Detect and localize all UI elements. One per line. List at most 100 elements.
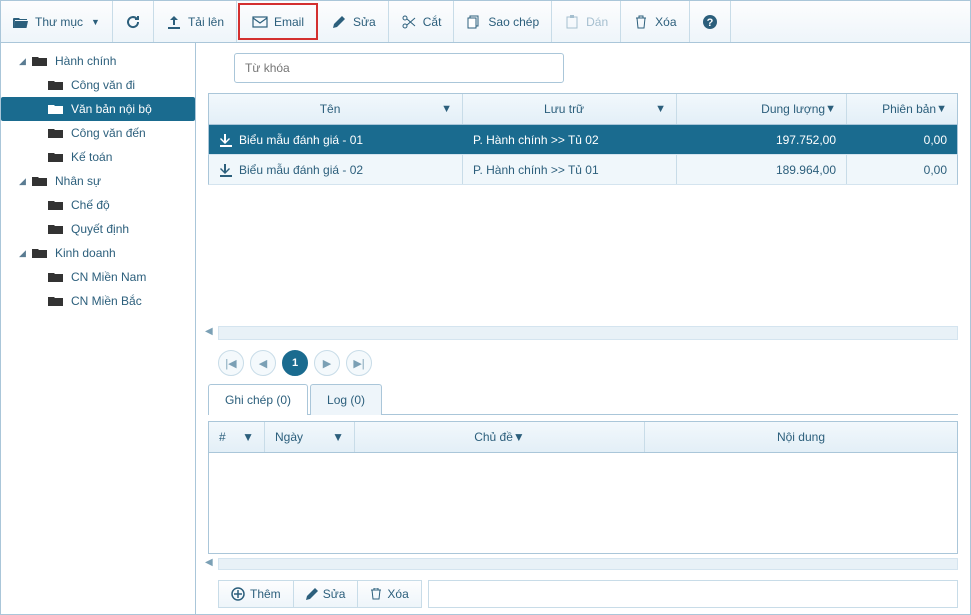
edit-note-button[interactable]: Sửa [294,580,359,608]
tree-node-ke-toan[interactable]: Kế toán [1,145,195,169]
column-header-version[interactable]: Phiên bản▼ [847,94,957,124]
pager-next-button[interactable]: ▶ [314,350,340,376]
svg-text:?: ? [706,17,713,29]
filter-icon[interactable]: ▼ [242,430,254,444]
folder-menu-button[interactable]: Thư mục ▼ [1,1,113,42]
tree-node-hanh-chinh[interactable]: ◢ Hành chính [1,49,195,73]
help-icon: ? [702,14,718,30]
horizontal-scrollbar[interactable] [218,326,958,340]
tree-label: CN Miền Nam [71,270,146,284]
paste-button[interactable]: Dán [552,1,621,42]
tree-label: Công văn đi [71,78,135,92]
collapse-icon[interactable]: ◢ [19,248,31,259]
paste-icon [564,14,580,30]
table-row[interactable]: Biểu mẫu đánh giá - 01 P. Hành chính >> … [208,125,958,155]
filter-icon[interactable]: ▼ [655,103,666,115]
tree-label: Nhân sự [55,174,101,188]
tree-node-che-do[interactable]: Chế độ [1,193,195,217]
cut-button[interactable]: Cắt [389,1,455,42]
edit-label: Sửa [353,15,376,29]
notes-col-date[interactable]: Ngày▼ [265,422,355,452]
caret-down-icon: ▼ [91,17,100,27]
tree-label: Kế toán [71,150,112,164]
delete-button[interactable]: Xóa [621,1,689,42]
tree-node-kinh-doanh[interactable]: ◢ Kinh doanh [1,241,195,265]
tree-node-cong-van-den[interactable]: Công văn đến [1,121,195,145]
tree-node-cn-mien-bac[interactable]: CN Miền Bắc [1,289,195,313]
column-header-store[interactable]: Lưu trữ▼ [463,94,677,124]
folder-icon [31,54,49,68]
edit-button[interactable]: Sửa [319,1,389,42]
copy-label: Sao chép [488,15,539,29]
email-button[interactable]: Email [238,3,318,40]
filter-icon[interactable]: ▼ [441,103,452,115]
notes-col-content[interactable]: Nội dung [645,422,957,452]
tab-log[interactable]: Log (0) [310,384,382,415]
tree-node-nhan-su[interactable]: ◢ Nhân sự [1,169,195,193]
column-header-size[interactable]: Dung lượng▼ [677,94,847,124]
copy-button[interactable]: Sao chép [454,1,552,42]
note-input[interactable] [428,580,958,608]
pencil-icon [306,588,318,600]
document-grid: Tên▼ Lưu trữ▼ Dung lượng▼ Phiên bản▼ Biể… [208,93,958,185]
folder-icon [31,174,49,188]
table-row[interactable]: Biểu mẫu đánh giá - 02 P. Hành chính >> … [208,155,958,185]
tab-notes[interactable]: Ghi chép (0) [208,384,308,415]
pager: |◀ ◀ 1 ▶ ▶| [196,344,970,384]
download-icon[interactable] [219,133,233,147]
folder-menu-label: Thư mục [35,15,83,29]
refresh-icon [125,14,141,30]
cell-version: 0,00 [924,133,947,147]
collapse-icon[interactable]: ◢ [19,56,31,67]
pencil-icon [331,14,347,30]
search-input[interactable] [234,53,564,83]
notes-col-index[interactable]: #▼ [209,422,265,452]
notes-col-subject[interactable]: Chủ đề▼ [355,422,645,452]
tree-label: Chế độ [71,198,110,212]
notes-horizontal-scrollbar[interactable] [218,558,958,570]
folder-icon [31,246,49,260]
refresh-button[interactable] [113,1,154,42]
cell-size: 197.752,00 [776,133,836,147]
trash-icon [633,14,649,30]
help-button[interactable]: ? [690,1,731,42]
cell-version: 0,00 [924,163,947,177]
upload-button[interactable]: Tải lên [154,1,237,42]
filter-icon[interactable]: ▼ [936,103,947,115]
tree-label: Công văn đến [71,126,146,140]
delete-note-button[interactable]: Xóa [358,580,421,608]
collapse-icon[interactable]: ◢ [19,176,31,187]
tree-node-quyet-dinh[interactable]: Quyết định [1,217,195,241]
pager-prev-button[interactable]: ◀ [250,350,276,376]
tree-label: Kinh doanh [55,246,116,260]
column-header-name[interactable]: Tên▼ [209,94,463,124]
folder-icon [47,102,65,116]
tree-label: Văn bản nội bộ [71,102,152,116]
tree-label: CN Miền Bắc [71,294,142,308]
tree-node-cong-van-di[interactable]: Công văn đi [1,73,195,97]
upload-icon [166,14,182,30]
copy-icon [466,14,482,30]
delete-label: Xóa [655,15,676,29]
folder-tree: ◢ Hành chính Công văn đi Văn bản nội bộ … [1,43,196,614]
scissors-icon [401,14,417,30]
filter-icon[interactable]: ▼ [513,430,525,444]
filter-icon[interactable]: ▼ [332,430,344,444]
filter-icon[interactable]: ▼ [825,103,836,115]
cell-store: P. Hành chính >> Tủ 02 [473,133,599,147]
plus-circle-icon [231,587,245,601]
pager-page-button[interactable]: 1 [282,350,308,376]
paste-label: Dán [586,15,608,29]
cell-store: P. Hành chính >> Tủ 01 [473,163,599,177]
folder-icon [47,294,65,308]
tree-node-cn-mien-nam[interactable]: CN Miền Nam [1,265,195,289]
notes-grid: #▼ Ngày▼ Chủ đề▼ Nội dung [208,421,958,554]
download-icon[interactable] [219,163,233,177]
pager-first-button[interactable]: |◀ [218,350,244,376]
add-note-button[interactable]: Thêm [218,580,294,608]
tree-node-van-ban-noi-bo[interactable]: Văn bản nội bộ [1,97,195,121]
upload-label: Tải lên [188,15,224,29]
folder-icon [47,222,65,236]
trash-icon [370,588,382,600]
pager-last-button[interactable]: ▶| [346,350,372,376]
